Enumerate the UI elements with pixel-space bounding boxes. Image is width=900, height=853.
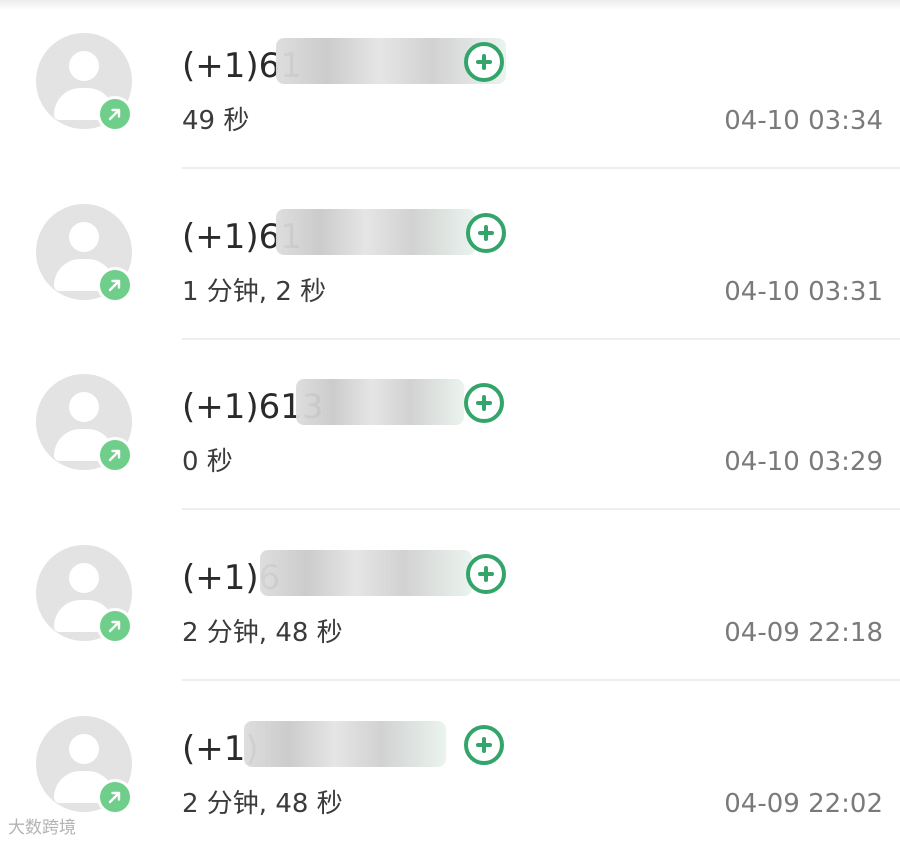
call-log-item[interactable]: (+1)6 2 分钟, 48 秒 04-09 22:18 (0, 512, 900, 682)
add-contact-plus-icon[interactable] (464, 725, 504, 765)
outgoing-call-arrow-icon (97, 608, 133, 644)
divider (182, 508, 900, 510)
redaction-blur (260, 550, 472, 596)
redaction-blur (296, 379, 464, 425)
watermark-logo: 大数跨境 (8, 818, 76, 838)
add-contact-plus-icon[interactable] (464, 42, 504, 82)
call-duration: 2 分钟, 48 秒 (182, 618, 343, 648)
outgoing-call-arrow-icon (97, 96, 133, 132)
outgoing-call-arrow-icon (97, 437, 133, 473)
call-log-item[interactable]: (+1)613 0 秒 04-10 03:29 (0, 341, 900, 511)
call-duration: 0 秒 (182, 447, 233, 477)
call-timestamp: 04-09 22:18 (724, 618, 883, 648)
call-duration: 1 分钟, 2 秒 (182, 277, 327, 307)
divider (182, 338, 900, 340)
add-contact-plus-icon[interactable] (466, 213, 506, 253)
call-log-item[interactable]: (+1)61 1 分钟, 2 秒 04-10 03:31 (0, 171, 900, 341)
call-duration: 49 秒 (182, 106, 250, 136)
divider (182, 167, 900, 169)
call-duration: 2 分钟, 48 秒 (182, 789, 343, 819)
call-log-item[interactable]: (+1)61 49 秒 04-10 03:34 (0, 0, 900, 170)
add-contact-plus-icon[interactable] (466, 554, 506, 594)
call-log-item[interactable]: (+1) 2 分钟, 48 秒 04-09 22:02 (0, 683, 900, 853)
add-contact-plus-icon[interactable] (464, 383, 504, 423)
outgoing-call-arrow-icon (97, 267, 133, 303)
call-timestamp: 04-10 03:31 (724, 277, 883, 307)
call-timestamp: 04-10 03:34 (724, 106, 883, 136)
call-timestamp: 04-10 03:29 (724, 447, 883, 477)
redaction-blur (276, 209, 476, 255)
call-timestamp: 04-09 22:02 (724, 789, 883, 819)
divider (182, 679, 900, 681)
outgoing-call-arrow-icon (97, 779, 133, 815)
redaction-blur (244, 721, 446, 767)
